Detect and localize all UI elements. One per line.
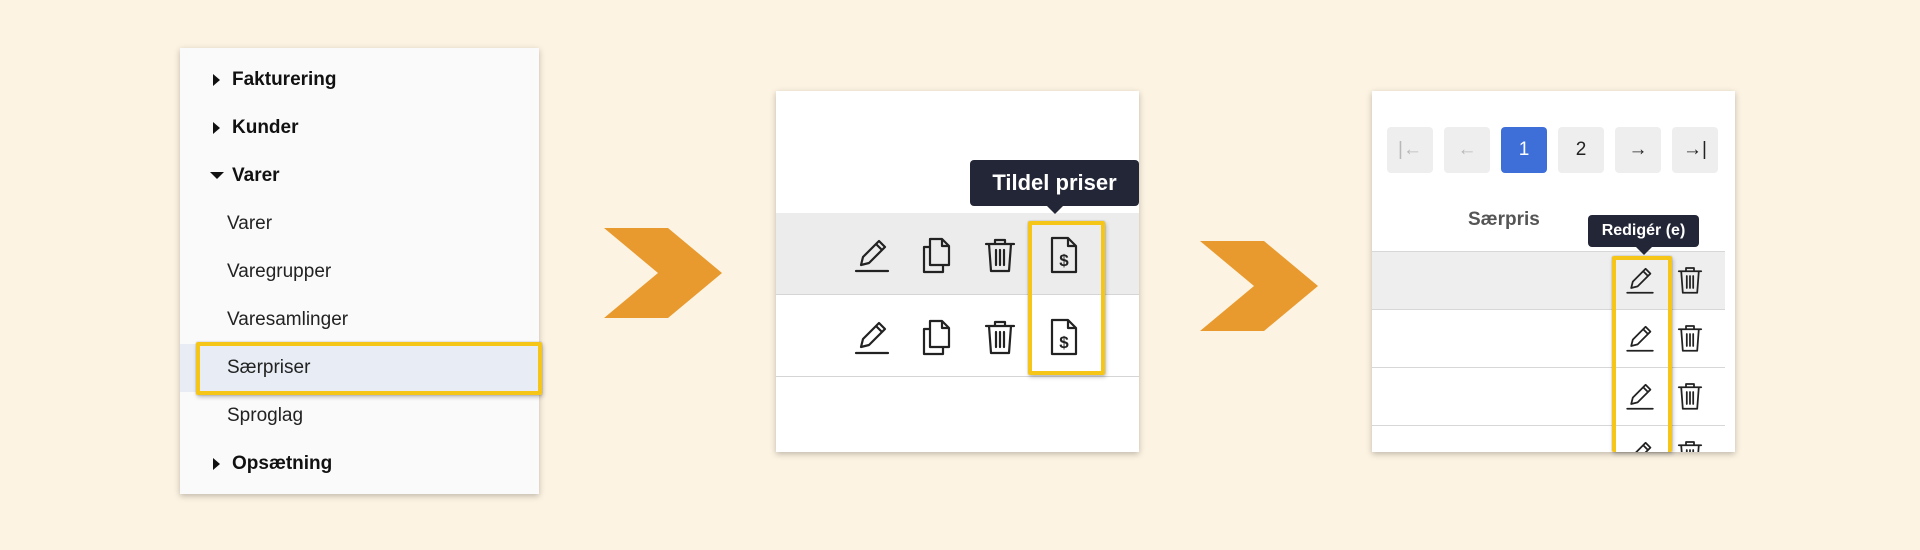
menu-item-label: Sproglag — [227, 405, 304, 426]
table-row — [1372, 367, 1725, 425]
first-page-label: |← — [1398, 139, 1422, 160]
first-page-button[interactable]: |← — [1387, 127, 1433, 173]
step-arrow-icon — [1200, 241, 1318, 331]
caret-right-icon — [212, 457, 222, 471]
menu-item-label: Varer — [227, 213, 273, 234]
table-row — [1372, 251, 1725, 309]
edit-icon[interactable] — [1624, 264, 1656, 296]
tooltip-label: Tildel priser — [992, 170, 1117, 195]
tooltip-label: Redigér (e) — [1601, 222, 1686, 239]
prev-page-button[interactable]: ← — [1444, 127, 1490, 173]
menu-group-fakturering[interactable]: Fakturering — [180, 56, 539, 104]
menu-item-saerpriser[interactable]: Særpriser — [180, 344, 539, 392]
menu-group-kunder[interactable]: Kunder — [180, 104, 539, 152]
menu-item-sproglag[interactable]: Sproglag — [180, 392, 539, 440]
delete-icon[interactable] — [1674, 438, 1706, 452]
tooltip-assign-prices: Tildel priser — [970, 160, 1139, 214]
step-arrow-icon — [604, 228, 722, 318]
menu-group-label: Kunder — [232, 117, 299, 138]
menu-item-varer[interactable]: Varer — [180, 200, 539, 248]
tooltip-edit: Redigér (e) — [1588, 215, 1699, 255]
table-row — [776, 213, 1139, 295]
page-label: 1 — [1518, 139, 1530, 160]
delete-icon[interactable] — [1674, 380, 1706, 412]
prev-page-label: ← — [1457, 139, 1477, 160]
delete-icon[interactable] — [1674, 322, 1706, 354]
menu-group-varer[interactable]: Varer — [180, 152, 539, 200]
edit-icon[interactable] — [852, 235, 892, 275]
caret-right-icon — [212, 73, 222, 87]
row-actions-panel: Tildel priser — [776, 91, 1139, 452]
delete-icon[interactable] — [1674, 264, 1706, 296]
navigation-menu-panel: Fakturering Kunder Varer Varer Varegrupp… — [180, 48, 539, 494]
copy-icon[interactable] — [916, 317, 956, 357]
menu-group-label: Varer — [232, 165, 280, 186]
caret-right-icon — [212, 121, 222, 135]
edit-icon[interactable] — [1624, 322, 1656, 354]
menu-item-label: Varegrupper — [227, 261, 332, 282]
table-row — [776, 295, 1139, 377]
table-row — [1372, 425, 1725, 452]
menu-group-label: Fakturering — [232, 69, 337, 90]
menu-item-varesamlinger[interactable]: Varesamlinger — [180, 296, 539, 344]
delete-icon[interactable] — [980, 317, 1020, 357]
page-2-button[interactable]: 2 — [1558, 127, 1604, 173]
assign-price-icon[interactable] — [1044, 235, 1084, 275]
assign-price-icon[interactable] — [1044, 317, 1084, 357]
menu-item-label: Varesamlinger — [227, 309, 349, 330]
next-page-button[interactable]: → — [1615, 127, 1661, 173]
edit-icon[interactable] — [1624, 380, 1656, 412]
next-page-label: → — [1628, 139, 1648, 160]
edit-icon[interactable] — [1624, 438, 1656, 452]
last-page-button[interactable]: →| — [1672, 127, 1718, 173]
last-page-label: →| — [1683, 139, 1707, 160]
page-1-button[interactable]: 1 — [1501, 127, 1547, 173]
edit-icon[interactable] — [852, 317, 892, 357]
column-header-saerpris[interactable]: Særpris — [1468, 209, 1540, 231]
menu-group-opsaetning[interactable]: Opsætning — [180, 440, 539, 488]
copy-icon[interactable] — [916, 235, 956, 275]
caret-down-icon — [210, 169, 224, 183]
menu-item-varegrupper[interactable]: Varegrupper — [180, 248, 539, 296]
delete-icon[interactable] — [980, 235, 1020, 275]
page-label: 2 — [1575, 139, 1587, 160]
table-row — [1372, 309, 1725, 367]
table-pagination-panel: |← ← 1 2 → →| Særpris Redigér (e) — [1372, 91, 1735, 452]
menu-item-label: Særpriser — [227, 357, 311, 378]
menu-group-label: Opsætning — [232, 453, 333, 474]
